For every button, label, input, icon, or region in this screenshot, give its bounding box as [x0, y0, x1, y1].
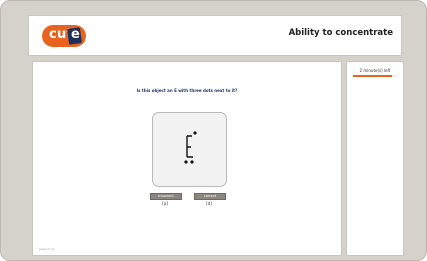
question-text: Is this object an E with three dots next…: [136, 88, 238, 93]
dot-bottom-right: [190, 160, 194, 164]
stimulus-card: [152, 112, 227, 187]
logo-box-text: e: [71, 27, 80, 42]
cute-logo: cut e: [42, 25, 86, 47]
dot-bottom-left: [184, 160, 188, 164]
timer-progress-bar: [353, 75, 397, 77]
test-panel: Is this object an E with three dots next…: [32, 61, 342, 256]
timer-panel: 2 minute(s) left: [346, 61, 404, 256]
incorrect-button[interactable]: incorrect: [150, 193, 182, 200]
timer-text: 2 minute(s) left: [359, 68, 391, 73]
app-frame: cut e Ability to concentrate Is this obj…: [0, 0, 427, 261]
correct-key-hint: [d]: [206, 201, 212, 206]
correct-button[interactable]: correct: [194, 193, 226, 200]
letter-e: [186, 135, 193, 158]
page-title: Ability to concentrate: [288, 28, 393, 38]
timer-progress-fill: [353, 75, 392, 77]
dot-top-right: [193, 131, 197, 135]
e-with-dots-stimulus: [184, 131, 197, 164]
footer-text: page 1/1 v2: [39, 248, 54, 251]
incorrect-key-hint: [a]: [162, 201, 168, 206]
header-bar: cut e Ability to concentrate: [28, 15, 402, 56]
